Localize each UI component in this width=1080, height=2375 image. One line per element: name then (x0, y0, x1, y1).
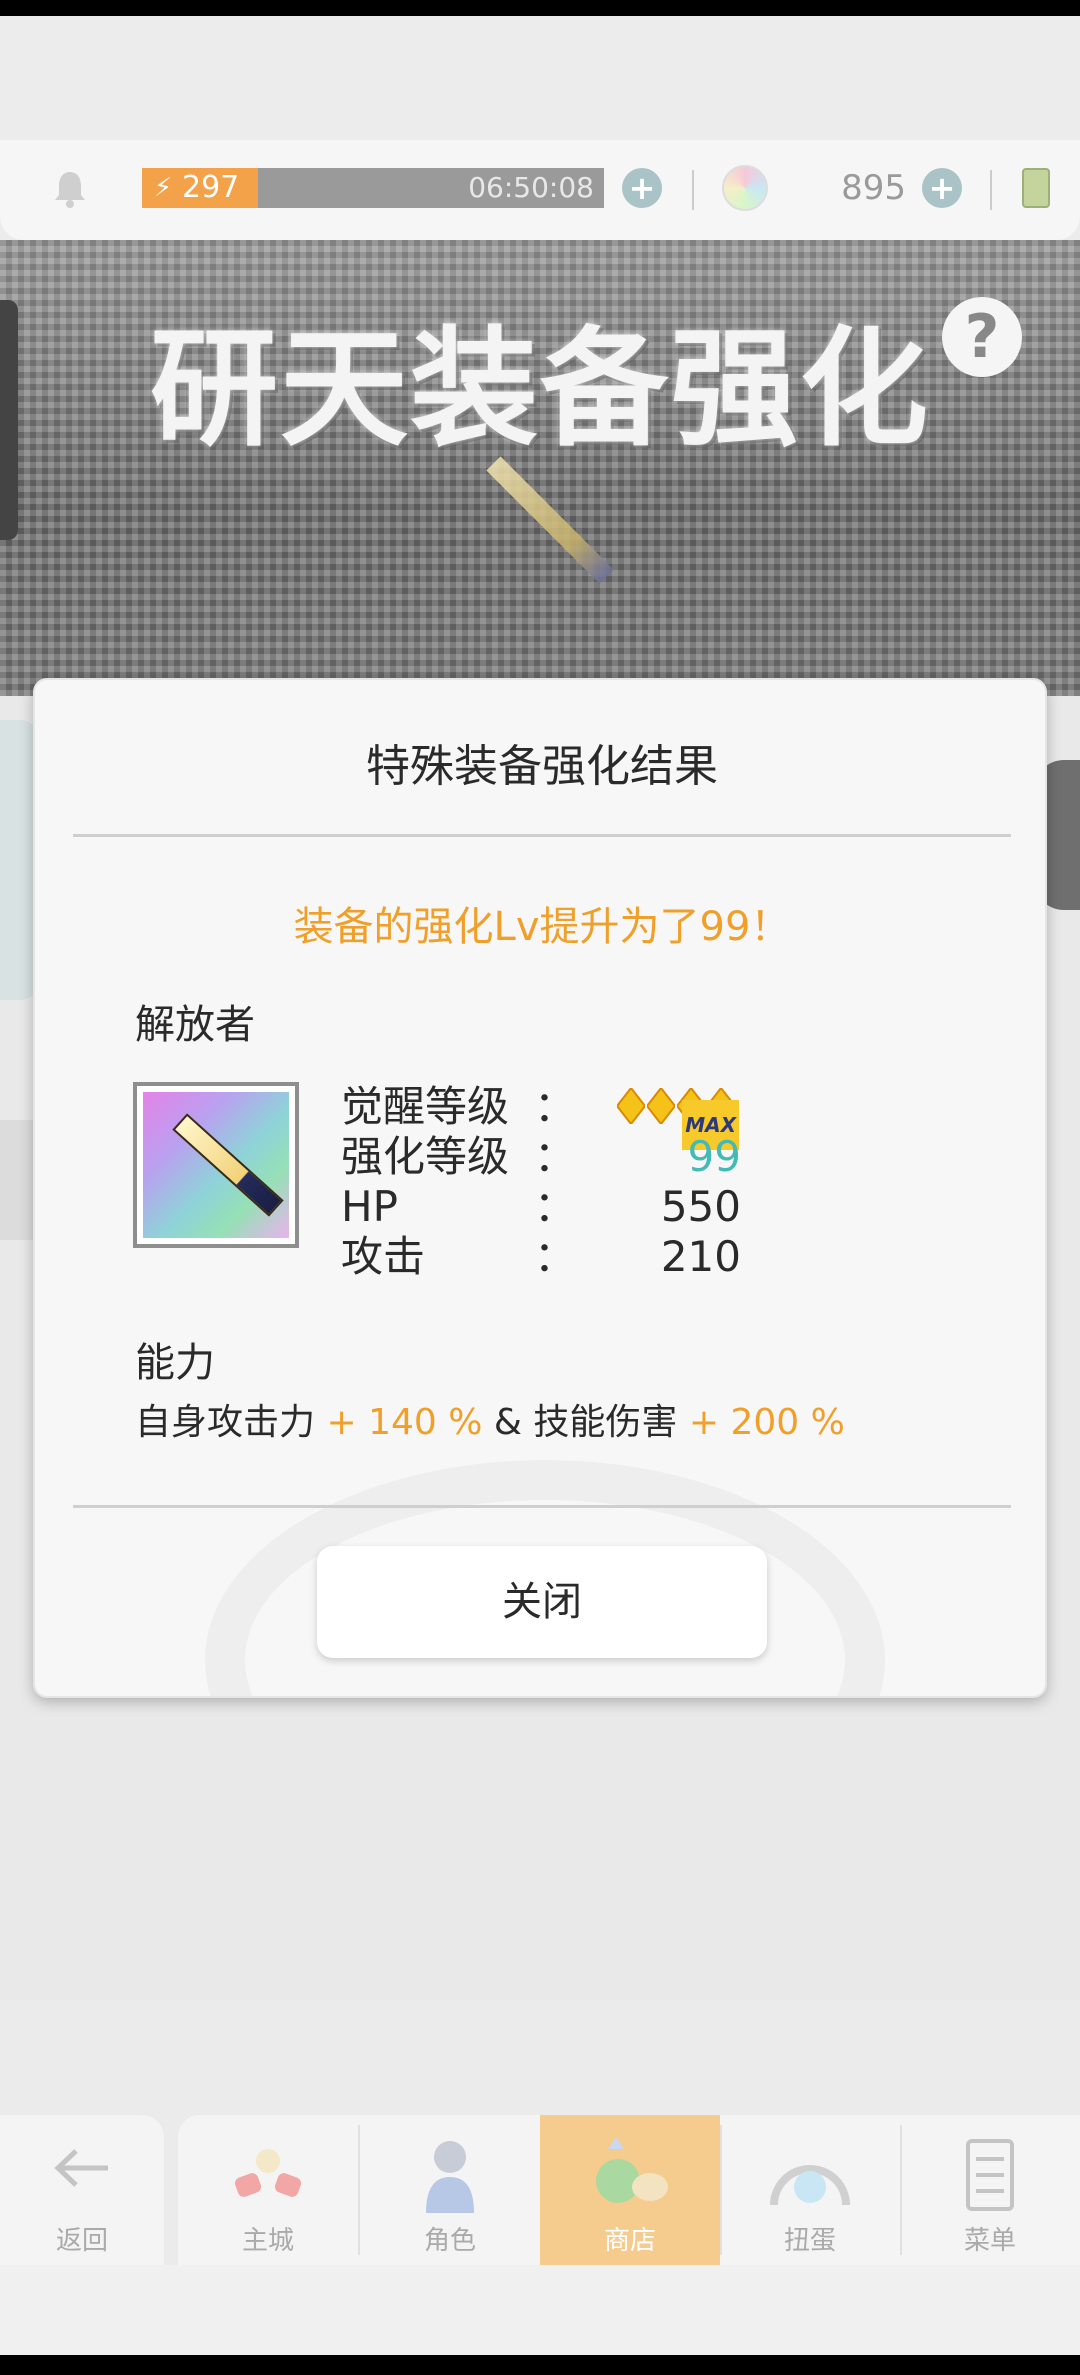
ability-connector: & (482, 1402, 534, 1443)
nav-item-gacha[interactable]: 扭蛋 (720, 2115, 900, 2265)
character-icon (426, 2141, 474, 2213)
system-status-bar (0, 0, 1080, 16)
nav-label: 扭蛋 (783, 2226, 836, 2256)
stat-row-hp: HP ： 550 (341, 1182, 741, 1232)
nav-item-castle[interactable]: 主城 (178, 2115, 358, 2265)
stat-row-enhance-level: 强化等级 ： 99 (341, 1132, 741, 1182)
ability-text: 自身攻击力 (135, 1402, 316, 1443)
nav-label: 主城 (241, 2226, 294, 2256)
gacha-icon (770, 2165, 850, 2206)
equipment-icon-frame[interactable] (133, 1082, 299, 1248)
gem-count: 895 (841, 168, 906, 208)
nav-label: 角色 (423, 2226, 476, 2256)
nav-item-character[interactable]: 角色 (360, 2115, 540, 2265)
gem-icon (722, 165, 768, 211)
ability-text: 技能伤害 (533, 1402, 678, 1443)
stat-value: 550 (660, 1182, 741, 1231)
nav-label: 商店 (603, 2226, 656, 2256)
add-stamina-button[interactable]: + (622, 168, 662, 208)
ability-value: + 140 % (315, 1402, 483, 1443)
system-nav-bar (0, 2355, 1080, 2375)
back-button[interactable]: 返回 (0, 2115, 164, 2265)
castle-icon (234, 2149, 302, 2197)
lightning-icon: ⚡ (153, 173, 173, 203)
back-label: 返回 (55, 2226, 108, 2256)
close-button[interactable]: 关闭 (317, 1546, 767, 1658)
enhance-result-dialog: 特殊装备强化结果 装备的强化Lv提升为了99！ 解放者 觉醒等级 ： MAX 强… (33, 678, 1047, 1698)
divider (73, 834, 1011, 837)
nav-item-shop[interactable]: 商店 (540, 2115, 720, 2265)
stat-name: 强化等级 (341, 1132, 510, 1181)
stamina-value: 297 (182, 170, 240, 205)
ability-value: + 200 % (677, 1402, 845, 1443)
nav-item-menu[interactable]: 菜单 (900, 2115, 1080, 2265)
stat-name: HP (341, 1182, 398, 1231)
equipment-name: 解放者 (135, 1002, 255, 1048)
stat-colon: ： (534, 1082, 577, 1131)
nav-label: 菜单 (963, 2226, 1016, 2256)
dialog-title: 特殊装备强化结果 (366, 741, 718, 792)
stat-value: 99 (687, 1132, 741, 1181)
stat-name: 攻击 (341, 1232, 426, 1281)
left-edge-tab[interactable] (0, 300, 18, 540)
stat-row-awaken: 觉醒等级 ： MAX (341, 1082, 741, 1150)
stamina-timer: 06:50:08 (468, 171, 594, 204)
stat-colon: ： (534, 1132, 577, 1181)
bell-icon[interactable] (52, 168, 88, 208)
stat-row-attack: 攻击 ： 210 (341, 1232, 741, 1282)
add-gem-button[interactable]: + (922, 168, 962, 208)
top-resource-bar: ⚡ 297 06:50:08 + 895 + (0, 140, 1080, 240)
diamond-icon (647, 1088, 675, 1124)
stat-colon: ： (534, 1232, 577, 1281)
bottom-nav: 主城 角色 商店 扭蛋 菜单 (178, 2115, 1080, 2265)
battery-icon (1022, 168, 1050, 208)
stat-value: 210 (660, 1232, 741, 1281)
stat-name: 觉醒等级 (341, 1082, 510, 1131)
stamina-bar: ⚡ 297 06:50:08 (142, 168, 604, 208)
banner-title: 研天装备强化 (150, 315, 931, 464)
awaken-stars: MAX (615, 1088, 741, 1150)
menu-icon (966, 2139, 1014, 2211)
ability-label: 能力 (135, 1340, 215, 1386)
divider (692, 170, 694, 210)
divider (990, 170, 992, 210)
diamond-icon (617, 1088, 645, 1124)
stat-colon: ： (534, 1182, 577, 1231)
bottom-strip (0, 2265, 1080, 2355)
shop-icon (596, 2137, 668, 2203)
banner (0, 240, 1080, 696)
arrow-left-icon (54, 2149, 108, 2187)
help-icon[interactable]: ? (942, 297, 1022, 377)
ability-description: 自身攻击力 + 140 % & 技能伤害 + 200 % (135, 1398, 955, 1448)
sword-icon (143, 1092, 289, 1238)
divider (73, 1505, 1011, 1508)
result-message: 装备的强化Lv提升为了99！ (293, 904, 791, 950)
sword-blade (172, 1113, 284, 1217)
